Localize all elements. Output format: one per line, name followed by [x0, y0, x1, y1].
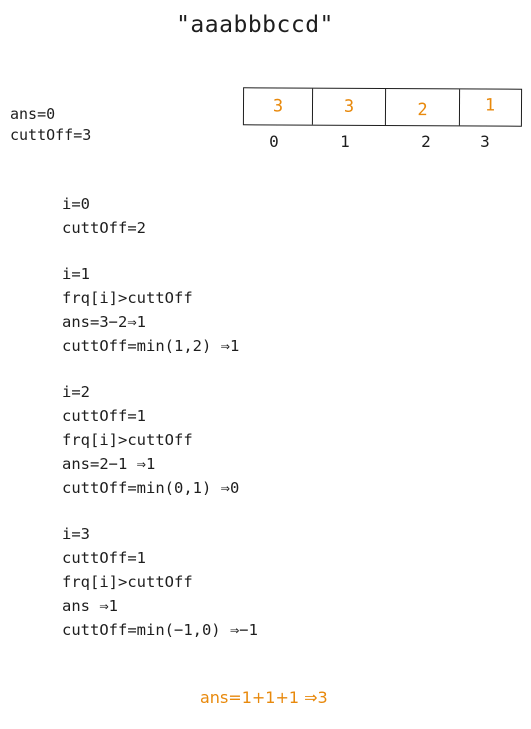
- step-line: ans=3−2⇒1: [62, 313, 146, 331]
- step-line: cuttOff=1: [62, 407, 146, 425]
- final-answer: ans=1+1+1 ⇒3: [200, 688, 328, 707]
- array-cell: 1: [484, 95, 496, 116]
- array-index: 0: [269, 132, 279, 151]
- array-index: 3: [480, 132, 490, 151]
- step-line: cuttOff=2: [62, 219, 146, 237]
- array-cell: 3: [312, 88, 387, 126]
- step-block-i1: i=1 frq[i]>cuttOff ans=3−2⇒1 cuttOff=min…: [62, 262, 258, 358]
- step-block-i3: i=3 cuttOff=1 frq[i]>cuttOff ans ⇒1 cutt…: [62, 522, 258, 642]
- initial-ans: ans=0: [10, 105, 56, 123]
- array-cell: 2: [385, 89, 461, 126]
- frequency-array: 3 3 2 1 0 1 2 3: [242, 87, 523, 151]
- step-line: i=2: [62, 383, 90, 401]
- step-line: cuttOff=min(−1,0) ⇒−1: [62, 621, 258, 639]
- step-line: frq[i]>cuttOff: [62, 431, 193, 449]
- step-line: ans=2−1 ⇒1: [62, 455, 156, 473]
- iteration-trace: i=0 cuttOff=2 i=1 frq[i]>cuttOff ans=3−2…: [62, 192, 258, 664]
- array-cell: 3: [243, 88, 314, 125]
- step-line: ans ⇒1: [62, 597, 118, 615]
- step-line: frq[i]>cuttOff: [62, 289, 193, 307]
- array-index: 2: [421, 132, 431, 151]
- step-line: cuttOff=min(1,2) ⇒1: [62, 337, 240, 355]
- step-line: frq[i]>cuttOff: [62, 573, 193, 591]
- step-line: i=0: [62, 195, 90, 213]
- input-string-title: "aaabbbccd": [176, 12, 334, 38]
- step-line: i=3: [62, 525, 90, 543]
- frequency-array-cells: 3 3 2 1: [242, 87, 523, 127]
- initial-cutoff: cuttOff=3: [10, 126, 92, 144]
- step-block-i2: i=2 cuttOff=1 frq[i]>cuttOff ans=2−1 ⇒1 …: [62, 380, 258, 500]
- array-indices: 0 1 2 3: [243, 132, 522, 151]
- array-index: 1: [340, 132, 350, 151]
- step-line: cuttOff=1: [62, 549, 146, 567]
- step-line: cuttOff=min(0,1) ⇒0: [62, 479, 240, 497]
- step-block-i0: i=0 cuttOff=2: [62, 192, 258, 240]
- initial-values: ans=0 cuttOff=3: [10, 104, 91, 146]
- step-line: i=1: [62, 265, 90, 283]
